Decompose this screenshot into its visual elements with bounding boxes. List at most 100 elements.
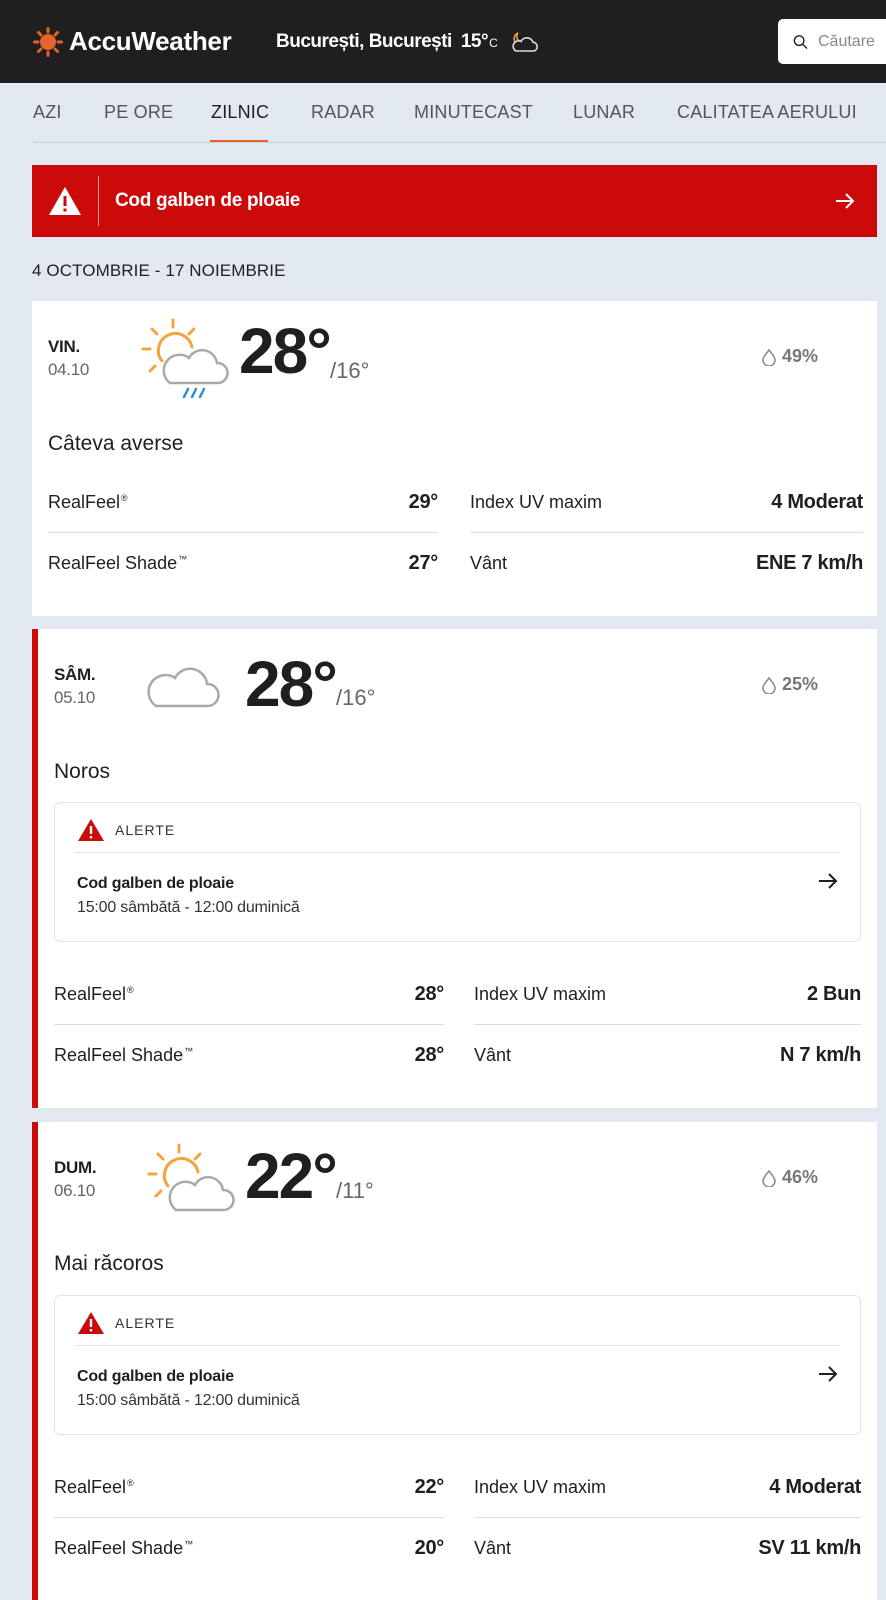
alert-time: 15:00 sâmbătă - 12:00 duminică: [77, 1392, 300, 1409]
realfeel-shade-value: 28°: [414, 1043, 445, 1066]
uv-index-row: Index UV maxim 4 Moderat: [474, 1458, 861, 1518]
tab-minutecast[interactable]: MINUTECAST: [414, 102, 533, 123]
wind-value: ENE 7 km/h: [755, 551, 863, 574]
realfeel-shade-label: RealFeel Shade™: [54, 1044, 194, 1065]
wind-row: Vânt ENE 7 km/h: [470, 533, 863, 593]
realfeel-row: RealFeel® 22°: [54, 1458, 444, 1518]
realfeel-shade-row: RealFeel Shade™ 28°: [54, 1025, 444, 1085]
alert-box[interactable]: ALERTE Cod galben de ploaie 15:00 sâmbăt…: [54, 802, 861, 942]
search-icon: [793, 34, 808, 49]
low-temp: /11°: [336, 1178, 374, 1203]
moon-cloud-icon: [512, 32, 538, 52]
temp-unit: C: [489, 36, 498, 50]
weather-phrase: Câteva averse: [48, 432, 184, 455]
warning-icon: [49, 187, 81, 215]
alert-time: 15:00 sâmbătă - 12:00 duminică: [77, 899, 300, 916]
day-card[interactable]: SÂM. 05.10 28° /16° 25% Noros ALERTE Cod…: [32, 629, 877, 1108]
alert-title: Cod galben de ploaie: [77, 1368, 234, 1385]
sun-cloud-icon: [147, 1143, 235, 1212]
day-of-week: DUM.: [54, 1158, 97, 1177]
precipitation: 25%: [762, 674, 818, 695]
low-temp: /16°: [336, 685, 376, 710]
uv-index-value: 2 Bun: [806, 983, 861, 1005]
sun-cloud-rain-icon: [141, 318, 229, 399]
uv-index-value: 4 Moderat: [769, 1476, 861, 1498]
alert-heading-label: ALERTE: [115, 822, 176, 838]
current-temp: 15°: [460, 31, 489, 52]
realfeel-shade-row: RealFeel Shade™ 27°: [48, 533, 438, 593]
tab-lunar[interactable]: LUNAR: [573, 102, 635, 123]
day-of-week: VIN.: [48, 337, 80, 356]
brand-name: AccuWeather: [69, 26, 232, 56]
warning-icon: [78, 1312, 104, 1334]
wind-value: SV 11 km/h: [758, 1536, 861, 1559]
day-date: 04.10: [48, 360, 90, 379]
precip-value: 46%: [782, 1167, 819, 1187]
location-name: București, București: [276, 31, 452, 52]
day-card[interactable]: VIN. 04.10 28° /16° 49% Câteva averse Re…: [32, 301, 877, 616]
arrow-right-icon: [836, 193, 855, 209]
wind-value: N 7 km/h: [780, 1043, 861, 1066]
search-box[interactable]: [778, 19, 886, 64]
uv-index-label: Index UV maxim: [474, 1477, 607, 1497]
accuweather-logo[interactable]: AccuWeather: [33, 26, 232, 57]
weather-alert-banner[interactable]: Cod galben de ploaie: [32, 165, 877, 237]
alert-heading-label: ALERTE: [115, 1315, 176, 1331]
wind-row: Vânt SV 11 km/h: [474, 1518, 861, 1578]
alert-divider: [75, 1345, 840, 1346]
tabs-divider: [33, 142, 886, 143]
raindrop-icon: [762, 348, 776, 366]
alert-heading: ALERTE: [77, 1311, 175, 1335]
raindrop-icon: [762, 676, 776, 694]
banner-text: Cod galben de ploaie: [115, 190, 301, 211]
realfeel-shade-row: RealFeel Shade™ 20°: [54, 1518, 444, 1578]
current-location[interactable]: București, București 15° C: [276, 31, 498, 53]
alert-box[interactable]: ALERTE Cod galben de ploaie 15:00 sâmbăt…: [54, 1295, 861, 1435]
top-header: AccuWeather București, București 15° C: [0, 0, 886, 83]
realfeel-shade-value: 27°: [408, 551, 439, 574]
uv-index-label: Index UV maxim: [474, 984, 607, 1004]
arrow-right-icon: [819, 873, 838, 889]
realfeel-shade-label: RealFeel Shade™: [54, 1537, 194, 1558]
tab-calitatea-aerului[interactable]: CALITATEA AERULUI: [677, 102, 857, 123]
precip-value: 49%: [782, 346, 819, 366]
banner-divider: [98, 176, 99, 226]
realfeel-label: RealFeel®: [54, 1477, 134, 1497]
precipitation: 49%: [762, 346, 818, 367]
high-temp: 22°: [245, 1140, 338, 1212]
banner-icon-wrap: [32, 185, 98, 217]
alert-title: Cod galben de ploaie: [77, 875, 234, 892]
navigation-tabs: AZI PE ORE ZILNIC RADAR MINUTECAST LUNAR…: [0, 83, 886, 143]
day-of-week: SÂM.: [54, 665, 96, 684]
warning-icon: [78, 819, 104, 841]
day-card[interactable]: DUM. 06.10 22° /11° 46% Mai răcoros ALER…: [32, 1122, 877, 1600]
day-date: 05.10: [54, 688, 96, 707]
high-temp: 28°: [245, 648, 338, 720]
weather-phrase: Noros: [54, 760, 111, 783]
weather-phrase: Mai răcoros: [54, 1252, 164, 1275]
realfeel-label: RealFeel®: [54, 984, 134, 1004]
wind-label: Vânt: [470, 552, 508, 573]
tab-pe-ore[interactable]: PE ORE: [104, 102, 173, 123]
tab-zilnic[interactable]: ZILNIC: [211, 102, 269, 123]
uv-index-label: Index UV maxim: [470, 492, 603, 512]
search-input[interactable]: [818, 32, 886, 51]
realfeel-label: RealFeel®: [48, 492, 128, 512]
realfeel-row: RealFeel® 29°: [48, 473, 438, 533]
date-range: 4 OCTOMBRIE - 17 NOIEMBRIE: [32, 261, 286, 280]
precipitation: 46%: [762, 1167, 818, 1188]
precip-value: 25%: [782, 674, 819, 694]
realfeel-shade-value: 20°: [414, 1536, 445, 1559]
realfeel-value: 22°: [414, 1476, 445, 1498]
day-date: 06.10: [54, 1181, 96, 1200]
raindrop-icon: [762, 1169, 776, 1187]
tab-azi[interactable]: AZI: [33, 102, 62, 123]
realfeel-value: 28°: [414, 983, 445, 1005]
uv-index-row: Index UV maxim 4 Moderat: [470, 473, 863, 533]
low-temp: /16°: [330, 358, 370, 383]
sun-logo-icon: [33, 26, 63, 57]
tab-radar[interactable]: RADAR: [311, 102, 375, 123]
realfeel-row: RealFeel® 28°: [54, 965, 444, 1025]
alert-heading: ALERTE: [77, 818, 175, 842]
arrow-right-icon: [819, 1366, 838, 1382]
